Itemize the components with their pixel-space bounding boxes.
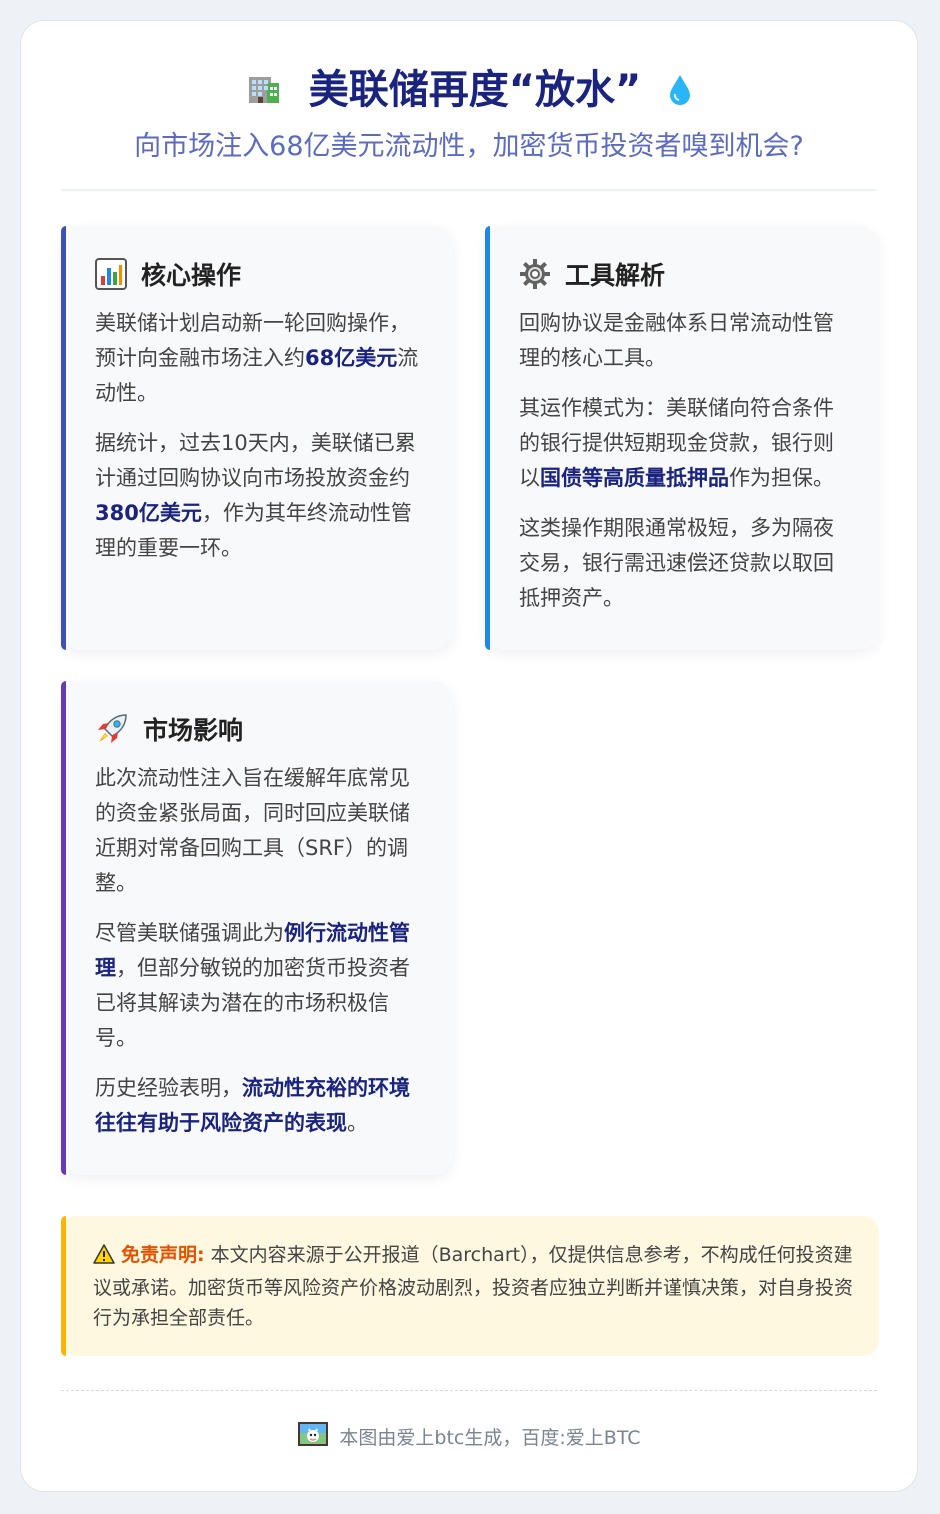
highlight-amount: 68亿美元 [305, 346, 398, 370]
header: 美联储再度“放水” 向市场注入68亿美元流动性，加密货币投资者嗅到机会? [61, 21, 877, 191]
card-paragraph: 其运作模式为：美联储向符合条件的银行提供短期现金贷款，银行则以国债等高质量抵押品… [519, 391, 851, 496]
highlight-amount: 380亿美元 [95, 501, 202, 525]
gear-icon [519, 258, 551, 290]
text: 历史经验表明， [95, 1076, 242, 1100]
office-building-icon [247, 67, 281, 117]
text: ，但部分敏锐的加密货币投资者已将其解读为潜在的市场积极信号。 [95, 956, 410, 1050]
card-paragraph: 这类操作期限通常极短，多为隔夜交易，银行需迅速偿还贷款以取回抵押资产。 [519, 516, 834, 610]
card-title: 市场影响 [95, 709, 425, 749]
card-core-operation: 核心操作 美联储计划启动新一轮回购操作，预计向金融市场注入约68亿美元流动性。 … [61, 226, 453, 650]
card-title-text: 核心操作 [141, 261, 242, 290]
text: 尽管美联储强调此为 [95, 921, 284, 945]
disclaimer-box: 免责声明: 本文内容来源于公开报道（Barchart），仅提供信息参考，不构成任何… [61, 1216, 879, 1356]
page-title-row: 美联储再度“放水” [61, 65, 877, 117]
page-subtitle: 向市场注入68亿美元流动性，加密货币投资者嗅到机会? [134, 131, 804, 162]
app-logo-icon [297, 1421, 329, 1456]
text: 。 [347, 1111, 368, 1135]
card-title-text: 工具解析 [565, 261, 666, 290]
highlight-collateral: 国债等高质量抵押品 [540, 466, 729, 490]
page-title: 美联储再度“放水” [308, 67, 642, 113]
card-title-text: 市场影响 [143, 716, 244, 745]
card-market-impact: 市场影响 此次流动性注入旨在缓解年底常见的资金紧张局面，同时回应美联储近期对常备… [61, 681, 453, 1175]
footer-divider [61, 1390, 877, 1391]
rocket-icon [95, 712, 129, 746]
card-paragraph: 尽管美联储强调此为例行流动性管理，但部分敏锐的加密货币投资者已将其解读为潜在的市… [95, 916, 425, 1056]
card-paragraph: 美联储计划启动新一轮回购操作，预计向金融市场注入约68亿美元流动性。 [95, 306, 425, 411]
page-card: 美联储再度“放水” 向市场注入68亿美元流动性，加密货币投资者嗅到机会? 核心操… [20, 20, 918, 1492]
disclaimer-text: 本文内容来源于公开报道（Barchart），仅提供信息参考，不构成任何投资建议或… [93, 1244, 854, 1329]
water-drop-icon [669, 67, 691, 117]
card-paragraph: 历史经验表明，流动性充裕的环境往往有助于风险资产的表现。 [95, 1071, 425, 1141]
card-paragraph: 据统计，过去10天内，美联储已累计通过回购协议向市场投放资金约380亿美元，作为… [95, 426, 425, 566]
text: 据统计，过去10天内，美联储已累计通过回购协议向市场投放资金约 [95, 431, 416, 490]
card-title: 工具解析 [519, 254, 851, 294]
card-tool-analysis: 工具解析 回购协议是金融体系日常流动性管理的核心工具。 其运作模式为：美联储向符… [485, 226, 879, 650]
footer: 本图由爱上btc生成，百度:爱上BTC [21, 1421, 917, 1456]
card-title: 核心操作 [95, 254, 425, 294]
text: 作为担保。 [729, 466, 834, 490]
card-paragraph: 此次流动性注入旨在缓解年底常见的资金紧张局面，同时回应美联储近期对常备回购工具（… [95, 766, 410, 895]
card-paragraph: 回购协议是金融体系日常流动性管理的核心工具。 [519, 311, 834, 370]
warning-icon [93, 1243, 115, 1273]
bar-chart-icon [95, 258, 127, 290]
disclaimer-label: 免责声明: [121, 1244, 205, 1266]
footer-text: 本图由爱上btc生成，百度:爱上BTC [339, 1427, 641, 1449]
